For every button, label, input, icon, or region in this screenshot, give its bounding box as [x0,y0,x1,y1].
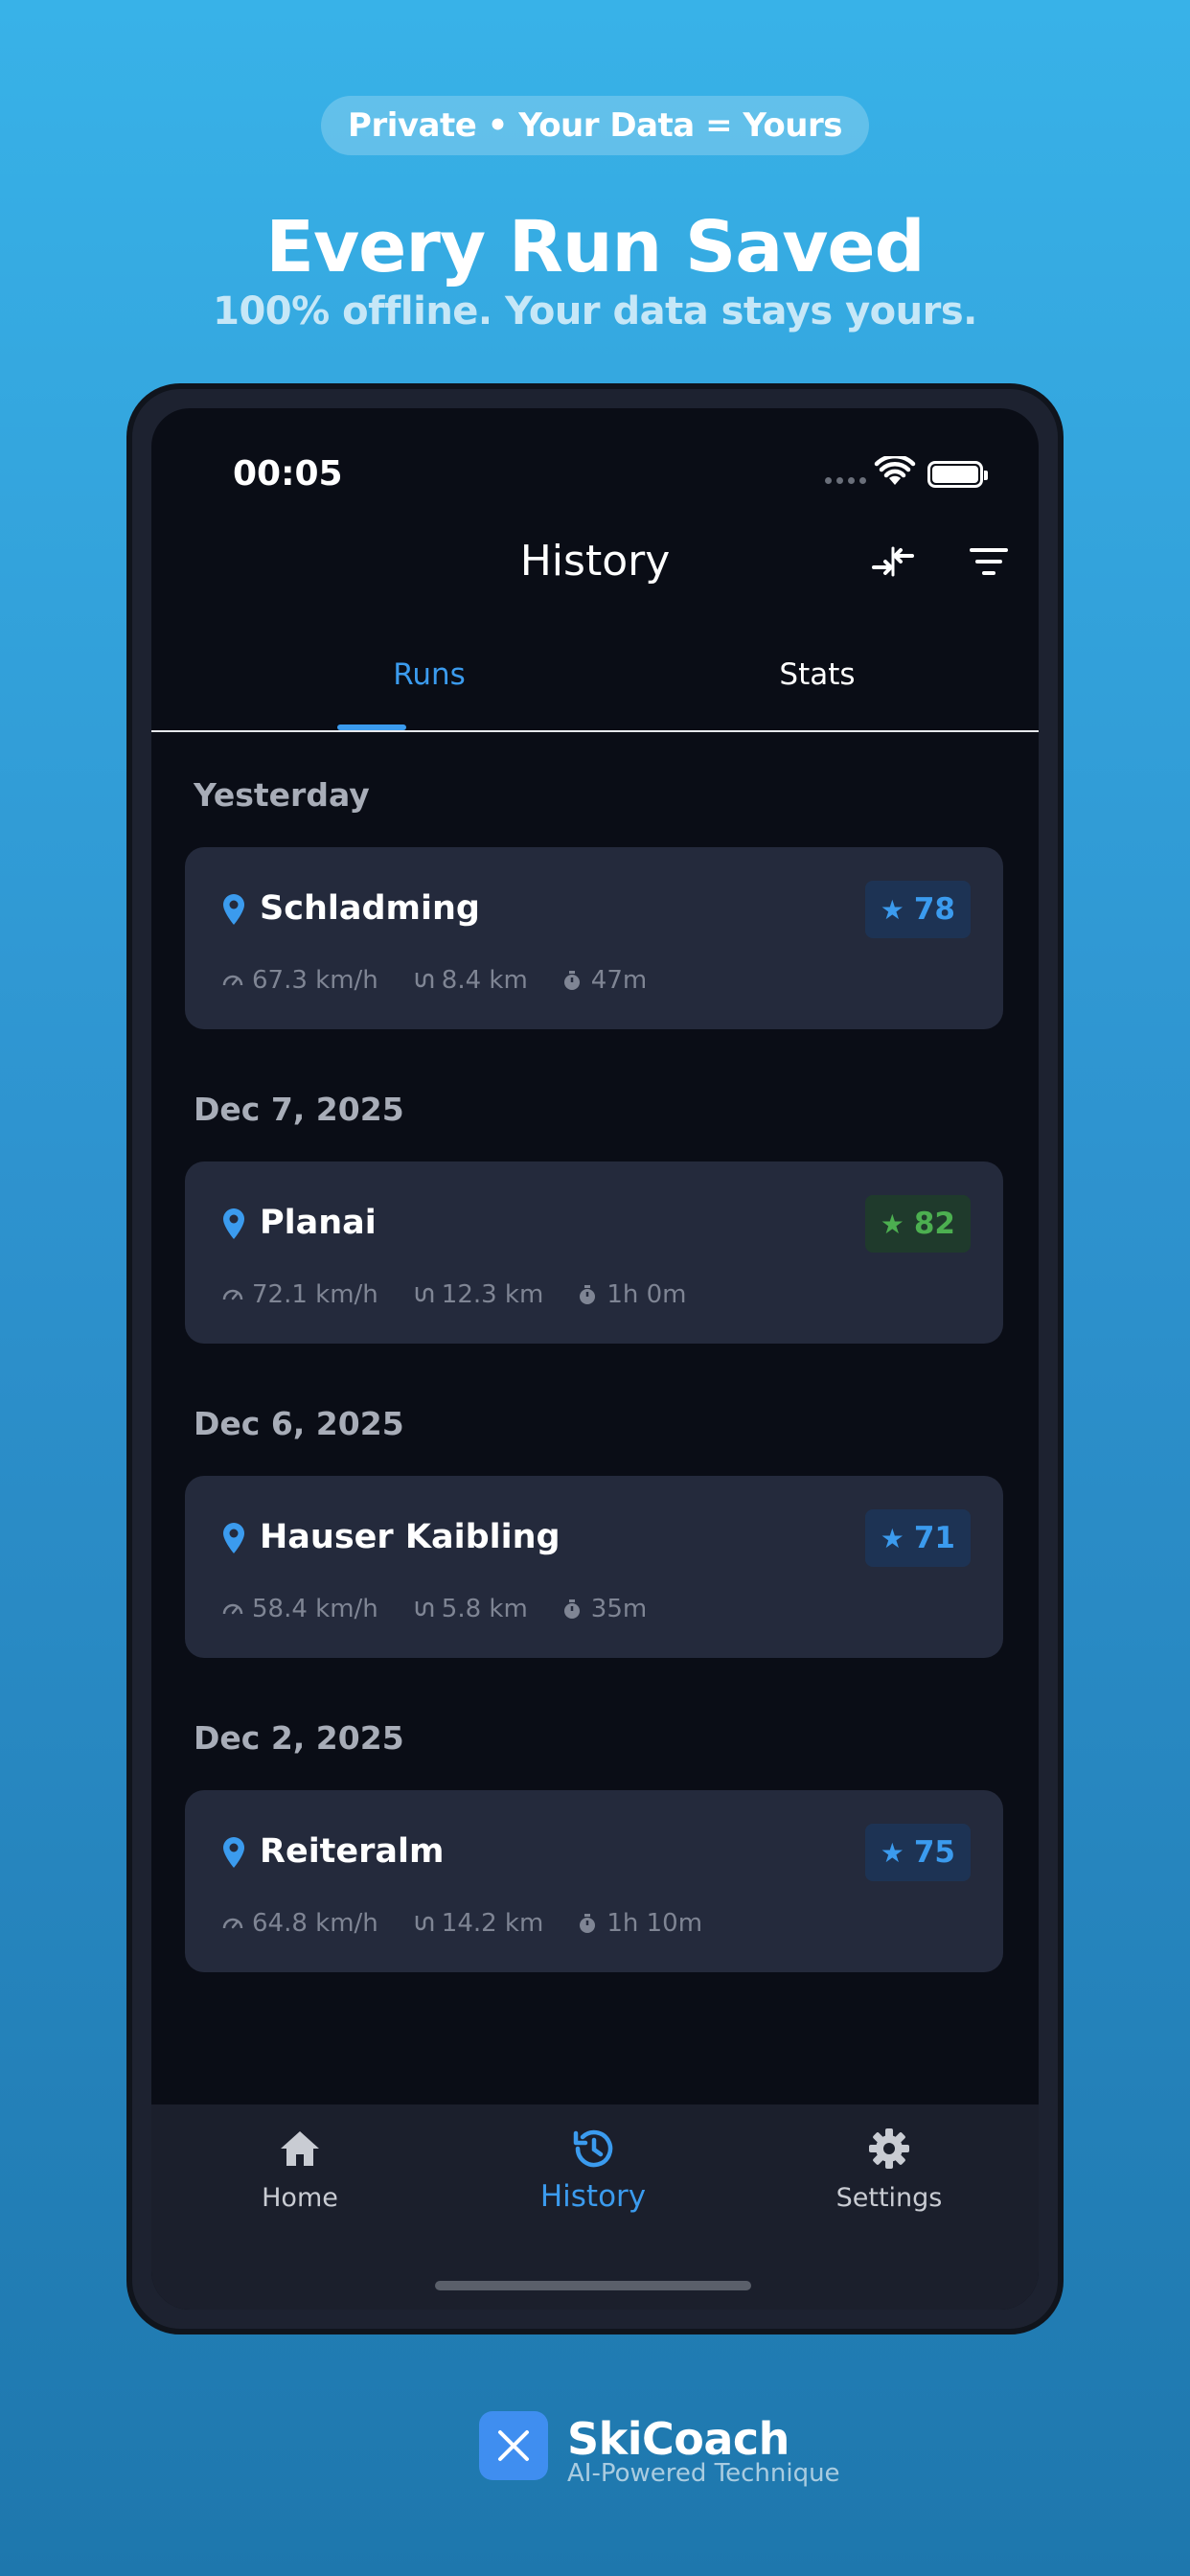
star-icon: ★ [880,1208,904,1240]
run-card[interactable]: Planai ★ 82 72.1 km/h 12.3 km 1h 0m [185,1162,1003,1344]
run-card[interactable]: Schladming ★ 78 67.3 km/h 8.4 km 47m [185,847,1003,1029]
score-badge: ★ 78 [864,881,971,938]
location-pin-icon [223,1837,244,1868]
brand-tagline: AI-Powered Technique [567,2459,840,2488]
promo-headline: Every Run Saved [265,206,925,288]
home-indicator[interactable] [435,2281,751,2290]
bottom-nav: Home History Settings [151,2104,1039,2310]
score-badge: ★ 75 [864,1824,971,1881]
tab-stats[interactable]: Stats [721,657,913,692]
nav-home[interactable]: Home [204,2126,396,2213]
nav-history[interactable]: History [497,2126,689,2214]
distance: 14.2 km [441,1909,544,1938]
run-stats: 72.1 km/h 12.3 km 1h 0m [221,1280,719,1309]
duration: 35m [590,1595,648,1623]
run-stats: 58.4 km/h 5.8 km 35m [221,1595,679,1623]
duration: 1h 0m [606,1280,687,1309]
speedometer-icon [222,1603,243,1615]
route-icon [415,1287,434,1302]
compare-icon[interactable] [870,542,916,581]
distance: 8.4 km [441,966,528,995]
status-bar: 00:05 [151,408,1039,504]
score-value: 78 [913,892,955,927]
run-location: Reiteralm [260,1832,445,1871]
run-stats: 64.8 km/h 14.2 km 1h 10m [221,1909,735,1938]
cellular-signal-icon [825,477,866,484]
speedometer-icon [222,1918,243,1929]
run-stats: 67.3 km/h 8.4 km 47m [221,966,679,995]
timer-icon [580,1914,596,1933]
location-pin-icon [223,894,244,925]
section-header: Yesterday [194,776,370,814]
distance: 5.8 km [441,1595,528,1623]
speedometer-icon [222,1289,243,1300]
score-badge: ★ 71 [864,1509,971,1567]
promo-subhead: 100% offline. Your data stays yours. [213,289,977,334]
speedometer-icon [222,975,243,986]
brand-name: SkiCoach [567,2413,790,2465]
distance: 12.3 km [441,1280,544,1309]
privacy-pill: Private • Your Data = Yours [321,96,869,155]
nav-label: Settings [835,2183,943,2213]
duration: 1h 10m [606,1909,703,1938]
active-tab-indicator [337,724,406,730]
nav-label: History [539,2179,647,2214]
timer-icon [580,1285,596,1304]
app-screen: 00:05 History Runs Stats Yesterday Schla… [151,408,1039,2310]
home-icon [281,2131,319,2166]
star-icon: ★ [880,1522,904,1554]
nav-settings[interactable]: Settings [793,2126,985,2213]
star-icon: ★ [880,893,904,926]
status-time: 00:05 [233,454,343,494]
battery-icon [927,461,988,488]
brand-footer: SkiCoach AI-Powered Technique [479,2411,958,2488]
score-value: 82 [913,1207,955,1241]
tab-runs[interactable]: Runs [333,657,525,692]
duration: 47m [590,966,648,995]
skicoach-logo-icon [479,2411,548,2480]
top-speed: 72.1 km/h [252,1280,378,1309]
top-speed: 58.4 km/h [252,1595,378,1623]
section-header: Dec 6, 2025 [194,1405,404,1442]
tab-bar: Runs Stats [151,636,1039,732]
timer-icon [563,971,580,990]
timer-icon [563,1599,580,1619]
score-value: 71 [913,1521,955,1555]
gear-icon [869,2128,909,2169]
score-value: 75 [913,1835,955,1870]
run-location: Planai [260,1204,377,1242]
wifi-icon [874,456,916,485]
run-location: Schladming [260,889,480,928]
location-pin-icon [223,1523,244,1553]
route-icon [415,973,434,988]
top-speed: 64.8 km/h [252,1909,378,1938]
score-badge: ★ 82 [864,1195,971,1253]
section-header: Dec 2, 2025 [194,1719,404,1757]
phone-frame: 00:05 History Runs Stats Yesterday Schla… [126,383,1064,2334]
top-speed: 67.3 km/h [252,966,378,995]
run-location: Hauser Kaibling [260,1518,561,1556]
history-icon [573,2129,613,2168]
route-icon [415,1601,434,1617]
filter-icon[interactable] [968,542,1010,581]
section-header: Dec 7, 2025 [194,1091,404,1128]
route-icon [415,1916,434,1931]
run-card[interactable]: Reiteralm ★ 75 64.8 km/h 14.2 km 1h 10m [185,1790,1003,1972]
location-pin-icon [223,1208,244,1239]
nav-label: Home [262,2183,338,2213]
run-card[interactable]: Hauser Kaibling ★ 71 58.4 km/h 5.8 km 35… [185,1476,1003,1658]
star-icon: ★ [880,1836,904,1869]
